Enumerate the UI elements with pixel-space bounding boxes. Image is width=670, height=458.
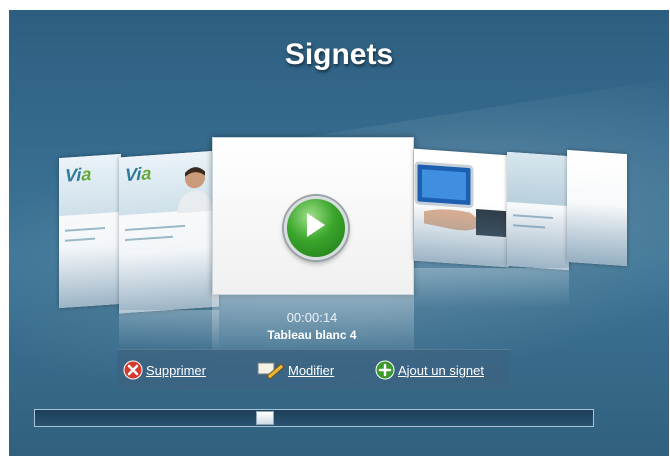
bookmark-viewer: Signets Via Via 00:00:14 Tableau blanc 4… [9, 10, 669, 456]
bookmark-thumbnail[interactable] [507, 151, 569, 271]
current-bookmark-preview[interactable] [212, 137, 414, 295]
via-logo: Via [65, 163, 92, 186]
thumbnail-header: Via [59, 153, 121, 217]
thumbnail-reflection [567, 201, 627, 267]
slider-thumb[interactable] [256, 411, 274, 425]
add-label[interactable]: Ajout un signet [398, 363, 484, 378]
person-photo-icon [177, 167, 213, 214]
thumbnail-reflection [507, 205, 569, 271]
edit-label[interactable]: Modifier [288, 363, 334, 378]
thumbnail-reflection [414, 200, 509, 268]
thumbnail-text-line [125, 235, 173, 242]
bookmark-thumbnail[interactable]: Via [119, 150, 219, 314]
bookmark-thumbnail[interactable] [414, 148, 509, 268]
delete-icon [123, 360, 143, 380]
thumbnail-text-line [125, 224, 185, 232]
bookmark-title: Tableau blanc 4 [267, 328, 357, 342]
play-icon [307, 213, 325, 237]
bookmark-thumbnail[interactable]: Via [59, 153, 121, 309]
bookmark-timecode: 00:00:14 [286, 310, 338, 325]
thumbnail-reflection [119, 246, 219, 314]
edit-bookmark-button[interactable]: Modifier [257, 360, 334, 380]
thumbnail-text-line [65, 237, 95, 242]
add-bookmark-button[interactable]: Ajout un signet [375, 360, 484, 380]
delete-bookmark-button[interactable]: Supprimer [123, 360, 206, 380]
thumbnail-text-line [65, 226, 105, 232]
thumbnail-reflection [59, 243, 121, 309]
edit-pencil-icon [257, 362, 285, 380]
bookmark-toolbar: Supprimer Modifier Ajout un signet [117, 349, 510, 390]
bookmark-thumbnail[interactable] [567, 149, 627, 267]
via-logo: Via [125, 163, 152, 186]
add-icon [375, 360, 395, 380]
bookmark-slider[interactable] [34, 409, 594, 427]
thumbnail-header [507, 151, 569, 207]
thumbnail-header: Via [119, 150, 219, 216]
page-title: Signets [284, 38, 394, 71]
play-button[interactable] [284, 196, 348, 260]
thumbnail-reflection [119, 310, 219, 350]
thumbnail-reflection [414, 268, 569, 308]
delete-label[interactable]: Supprimer [146, 363, 206, 378]
